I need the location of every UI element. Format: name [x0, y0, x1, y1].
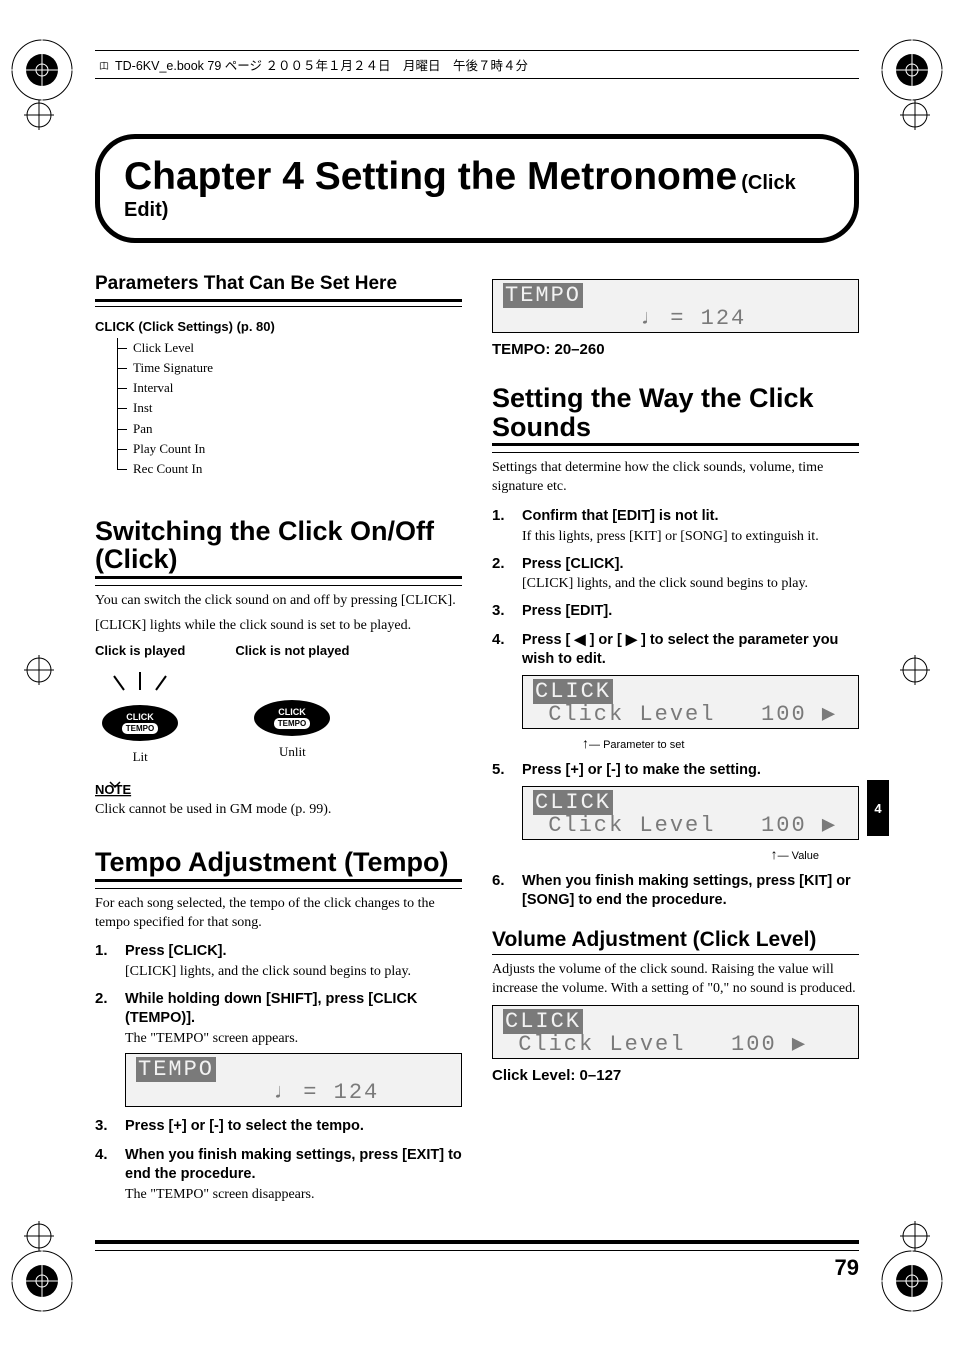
annotation-parameter: ↑— Parameter to set — [582, 735, 859, 751]
tree-item: Pan — [111, 419, 462, 439]
chapter-title-box: Chapter 4 Setting the Metronome (Click E… — [95, 134, 859, 243]
step-body: [CLICK] lights, and the click sound begi… — [522, 576, 859, 592]
side-tab-chapter: 4 — [867, 780, 889, 836]
step-body: The "TEMPO" screen appears. — [125, 1031, 462, 1047]
crop-mark — [24, 100, 54, 130]
step-head: Press [ ◀ ] or [ ▶ ] to select the param… — [522, 631, 859, 669]
switch-body-1: You can switch the click sound on and of… — [95, 592, 462, 611]
tree-item: Interval — [111, 378, 462, 398]
step-head: Confirm that [EDIT] is not lit. — [522, 507, 859, 526]
svg-text:CLICK: CLICK — [126, 712, 154, 722]
tempo-range: TEMPO: 20–260 — [492, 341, 859, 358]
page-header: TD-6KV_e.book 79 ページ ２００５年１月２４日 月曜日 午後７時… — [95, 50, 859, 79]
step-body: [CLICK] lights, and the click sound begi… — [125, 964, 462, 980]
crop-mark — [900, 1221, 930, 1251]
arrow-up-icon: ↑ — [582, 735, 589, 751]
annotation-value: ↑— Value — [522, 846, 819, 862]
switch-body-2: [CLICK] lights while the click sound is … — [95, 617, 462, 636]
lcd-display: TEMPO ♩ = 124 — [492, 279, 859, 333]
printer-mark-bottom-right — [878, 1247, 946, 1315]
params-heading: Parameters That Can Be Set Here — [95, 273, 462, 302]
switching-heading: Switching the Click On/Off (Click) — [95, 517, 462, 579]
arrow-up-icon: ↑ — [771, 846, 778, 862]
lit-caption: Lit — [95, 749, 185, 765]
click-button-lit-icon: CLICK TEMPO — [100, 703, 180, 743]
crop-mark — [24, 1221, 54, 1251]
tree-item: Play Count In — [111, 439, 462, 459]
tempo-heading: Tempo Adjustment (Tempo) — [95, 848, 462, 881]
param-tree: Click Level Time Signature Interval Inst… — [111, 338, 462, 479]
tempo-intro: For each song selected, the tempo of the… — [95, 895, 462, 933]
step-body: If this lights, press [KIT] or [SONG] to… — [522, 529, 859, 545]
printer-mark-top-right — [878, 36, 946, 104]
click-button-unlit-icon: CLICK TEMPO — [252, 698, 332, 738]
tree-item: Click Level — [111, 338, 462, 358]
volume-body: Adjusts the volume of the click sound. R… — [492, 961, 859, 999]
light-rays-icon — [95, 670, 185, 697]
step-head: Press [EDIT]. — [522, 602, 859, 621]
lcd-display: CLICK Click Level 100 ▶ — [522, 675, 859, 729]
lcd-display: CLICK Click Level 100 ▶ — [522, 786, 859, 840]
step-body: The "TEMPO" screen disappears. — [125, 1187, 462, 1203]
step-head: Press [+] or [-] to make the setting. — [522, 761, 859, 780]
printer-mark-top-left — [8, 36, 76, 104]
chapter-title: Chapter 4 Setting the Metronome — [124, 155, 737, 198]
crop-mark — [900, 655, 930, 685]
lcd-display: TEMPO ♩ = 124 — [125, 1053, 462, 1107]
tree-item: Inst — [111, 398, 462, 418]
tree-item: Rec Count In — [111, 459, 462, 479]
click-not-played-label: Click is not played — [235, 643, 349, 658]
note-text: Click cannot be used in GM mode (p. 99). — [95, 801, 462, 820]
svg-text:CLICK: CLICK — [279, 707, 307, 717]
lcd-display: CLICK Click Level 100 ▶ — [492, 1005, 859, 1059]
crop-mark — [900, 100, 930, 130]
header-text: TD-6KV_e.book 79 ページ ２００５年１月２４日 月曜日 午後７時… — [115, 55, 528, 74]
book-icon — [99, 60, 109, 70]
svg-text:TEMPO: TEMPO — [278, 719, 306, 728]
unlit-caption: Unlit — [235, 744, 349, 760]
page-footer: 79 — [95, 1240, 859, 1281]
tree-item: Time Signature — [111, 358, 462, 378]
step-head: When you finish making settings, press [… — [522, 872, 859, 910]
crop-mark — [24, 655, 54, 685]
note-icon: NOTE — [95, 779, 135, 799]
svg-text:TEMPO: TEMPO — [126, 724, 154, 733]
step-head: Press [+] or [-] to select the tempo. — [125, 1117, 462, 1136]
printer-mark-bottom-left — [8, 1247, 76, 1315]
volume-heading: Volume Adjustment (Click Level) — [492, 928, 859, 955]
page-number: 79 — [95, 1255, 859, 1281]
click-played-label: Click is played — [95, 643, 185, 658]
sound-heading: Setting the Way the Click Sounds — [492, 384, 859, 446]
click-level-range: Click Level: 0–127 — [492, 1067, 859, 1084]
step-head: Press [CLICK]. — [125, 942, 462, 961]
step-head: Press [CLICK]. — [522, 555, 859, 574]
click-group-label: CLICK (Click Settings) (p. 80) — [95, 319, 462, 334]
sound-intro: Settings that determine how the click so… — [492, 459, 859, 497]
step-head: When you finish making settings, press [… — [125, 1146, 462, 1184]
step-head: While holding down [SHIFT], press [CLICK… — [125, 990, 462, 1028]
